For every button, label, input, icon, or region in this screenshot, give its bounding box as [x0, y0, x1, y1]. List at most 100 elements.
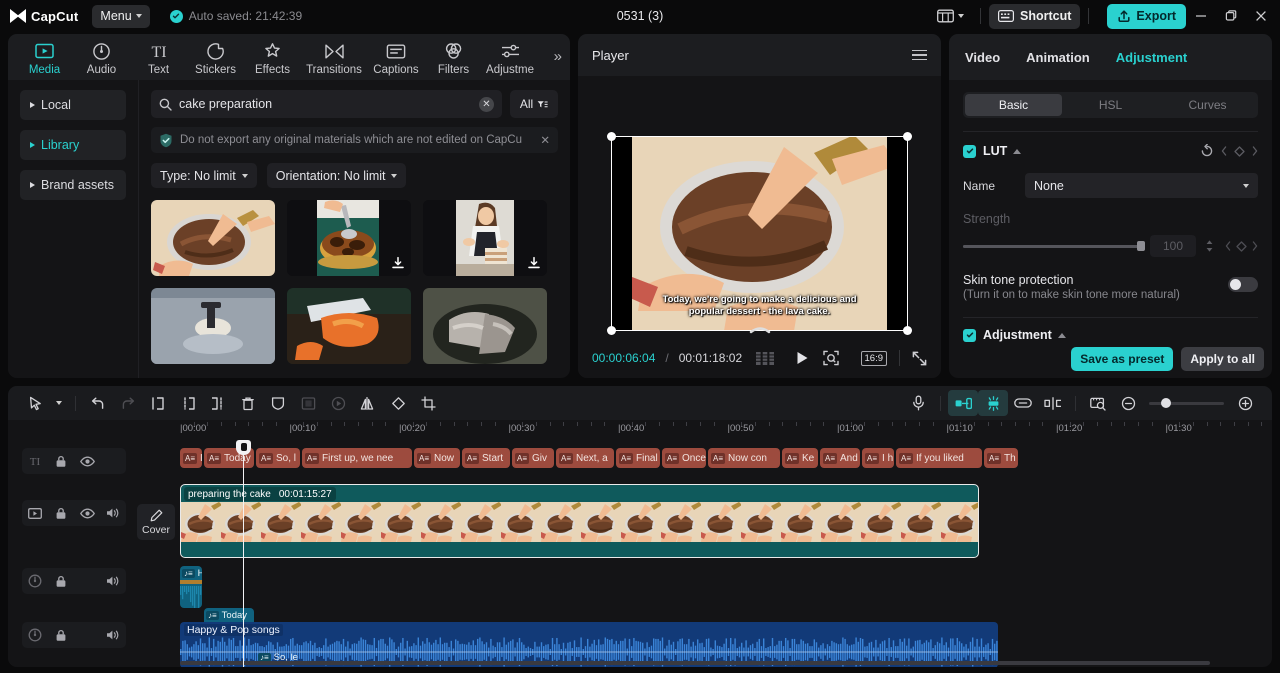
frames-view-icon[interactable]	[756, 351, 775, 365]
reset-lut-icon[interactable]	[1200, 144, 1214, 158]
skin-tone-toggle[interactable]	[1228, 277, 1258, 292]
reverse-button[interactable]	[323, 390, 353, 416]
rotate-button[interactable]	[383, 390, 413, 416]
orientation-filter[interactable]: Orientation: No limit	[266, 163, 407, 188]
audio-clip[interactable]: ♪≡ H	[180, 566, 202, 608]
media-thumbnail[interactable]	[423, 200, 547, 276]
save-as-preset-button[interactable]: Save as preset	[1071, 347, 1174, 371]
video-track[interactable]: preparing the cake 00:01:15:27 Cover	[134, 478, 1272, 564]
auto-adjust-button[interactable]	[1038, 390, 1068, 416]
lut-checkbox[interactable]	[963, 144, 976, 158]
lut-name-select[interactable]: None	[1025, 173, 1258, 198]
slider-knob[interactable]	[1161, 398, 1171, 408]
selection-frame[interactable]	[607, 132, 912, 335]
download-icon[interactable]	[391, 256, 405, 270]
tab-animation[interactable]: Animation	[1026, 50, 1090, 65]
segment-basic[interactable]: Basic	[965, 94, 1062, 116]
trim-left-button[interactable]	[173, 390, 203, 416]
playhead-handle[interactable]	[236, 440, 251, 455]
tab-filters[interactable]: Filters	[425, 39, 482, 76]
expand-panel-icon[interactable]	[749, 326, 771, 334]
media-thumbnail[interactable]	[151, 288, 275, 364]
record-voiceover-button[interactable]	[903, 390, 933, 416]
lock-icon[interactable]	[48, 455, 74, 468]
type-filter[interactable]: Type: No limit	[151, 163, 257, 188]
clear-search-icon[interactable]: ✕	[479, 96, 494, 112]
auto-fill-button[interactable]	[948, 390, 978, 416]
tab-adjustment[interactable]: Adjustme	[482, 39, 538, 76]
play-button[interactable]	[796, 351, 809, 365]
timeline-ruler[interactable]: |00:00 |00:10 |00:20 |00:30 |00:40 |00:50 |01:…	[8, 420, 1272, 440]
keyframe-next-icon[interactable]	[1252, 241, 1258, 251]
text-clip[interactable]: A≡ I	[180, 448, 202, 468]
tab-stickers[interactable]: Stickers	[187, 39, 244, 76]
text-clip[interactable]: A≡ Next, a	[556, 448, 614, 468]
media-thumbnail[interactable]	[287, 288, 411, 364]
chevron-up-icon[interactable]	[1013, 148, 1022, 154]
shortcut-button[interactable]: Shortcut	[989, 3, 1081, 29]
magnetic-snap-button[interactable]	[978, 390, 1008, 416]
tab-transitions[interactable]: Transitions	[301, 39, 367, 76]
strength-stepper[interactable]	[1205, 239, 1214, 253]
volume-icon[interactable]	[100, 507, 126, 519]
text-clip[interactable]: A≡ Once	[662, 448, 706, 468]
split-button[interactable]	[143, 390, 173, 416]
segment-curves[interactable]: Curves	[1159, 94, 1256, 116]
text-clip[interactable]: A≡ Final	[616, 448, 660, 468]
tab-text[interactable]: TI Text	[130, 39, 187, 76]
text-clip[interactable]: A≡ Giv	[512, 448, 554, 468]
all-filter-button[interactable]: All	[510, 90, 558, 118]
sidebar-item-brand-assets[interactable]: Brand assets	[20, 170, 126, 200]
sidebar-item-local[interactable]: Local	[20, 90, 126, 120]
music-track[interactable]: Happy & Pop songs	[134, 618, 1272, 667]
tab-effects[interactable]: Effects	[244, 39, 301, 76]
tab-video[interactable]: Video	[965, 50, 1000, 65]
media-thumbnail[interactable]	[151, 200, 275, 276]
export-button[interactable]: Export	[1107, 3, 1186, 29]
layout-button[interactable]	[929, 9, 972, 23]
eye-icon[interactable]	[74, 456, 100, 467]
resize-handle-tr[interactable]	[903, 132, 912, 141]
download-icon[interactable]	[527, 256, 541, 270]
segment-hsl[interactable]: HSL	[1062, 94, 1159, 116]
crop-button[interactable]	[413, 390, 443, 416]
zoom-in-button[interactable]	[1230, 390, 1260, 416]
lock-icon[interactable]	[48, 507, 74, 520]
apply-to-all-button[interactable]: Apply to all	[1181, 347, 1264, 371]
strength-slider[interactable]	[963, 241, 1145, 251]
text-clip[interactable]: A≡ If you liked	[896, 448, 982, 468]
mirror-button[interactable]	[353, 390, 383, 416]
delete-button[interactable]	[233, 390, 263, 416]
strength-value[interactable]: 100	[1150, 235, 1196, 257]
undo-button[interactable]	[83, 390, 113, 416]
redo-button[interactable]	[113, 390, 143, 416]
media-thumbnail[interactable]	[287, 200, 411, 276]
eye-icon[interactable]	[74, 508, 100, 519]
volume-icon[interactable]	[100, 629, 126, 641]
text-clip[interactable]: A≡ I h	[862, 448, 894, 468]
text-clip[interactable]: A≡ So, l	[256, 448, 300, 468]
chevron-up-icon[interactable]	[1057, 332, 1066, 338]
more-tabs-button[interactable]: »	[554, 48, 562, 65]
cover-button[interactable]: Cover	[137, 504, 175, 540]
text-clip[interactable]: A≡ Now con	[708, 448, 780, 468]
tab-audio[interactable]: Audio	[73, 39, 130, 76]
playhead[interactable]	[236, 440, 251, 667]
crop-frame-button[interactable]	[293, 390, 323, 416]
add-keyframe-icon[interactable]	[1234, 145, 1245, 157]
resize-handle-tl[interactable]	[607, 132, 616, 141]
zoom-out-button[interactable]	[1113, 390, 1143, 416]
freeze-frame-button[interactable]	[263, 390, 293, 416]
keyframe-prev-icon[interactable]	[1225, 241, 1231, 251]
preview-scale-button[interactable]	[1083, 390, 1113, 416]
fit-to-screen-icon[interactable]	[822, 350, 839, 366]
text-clip[interactable]: A≡ Ke	[782, 448, 818, 468]
close-button[interactable]	[1246, 0, 1276, 32]
search-box[interactable]: ✕	[151, 90, 502, 118]
keyframe-next-icon[interactable]	[1252, 146, 1258, 156]
text-clip[interactable]: A≡ Th	[984, 448, 1018, 468]
lock-icon[interactable]	[48, 629, 74, 642]
player-menu-icon[interactable]	[912, 49, 927, 61]
lock-icon[interactable]	[48, 575, 74, 588]
resize-handle-bl[interactable]	[607, 326, 616, 335]
